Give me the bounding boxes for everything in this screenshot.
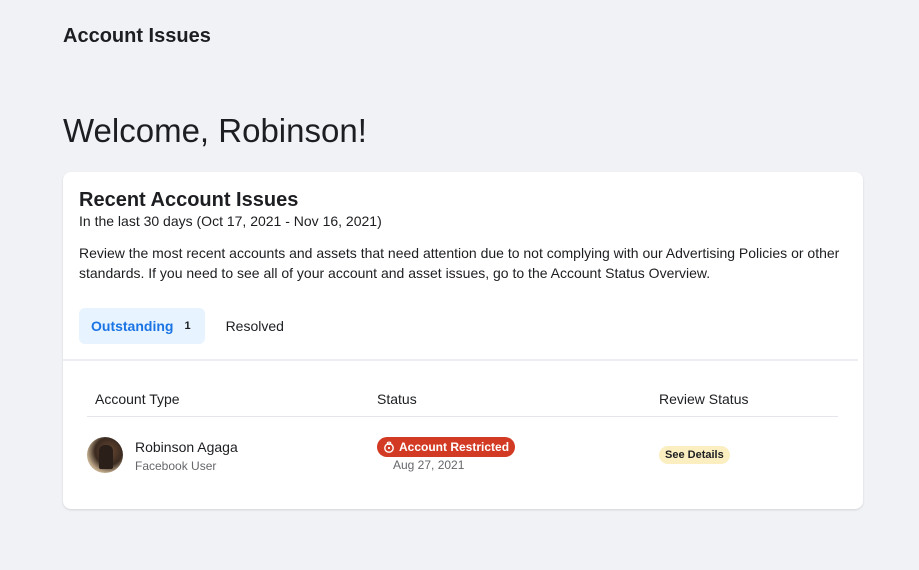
account-issues-card: Recent Account Issues In the last 30 day… <box>63 172 863 509</box>
issue-tabs: Outstanding 1 Resolved <box>79 308 296 344</box>
card-description: Review the most recent accounts and asse… <box>79 245 840 281</box>
avatar[interactable] <box>87 437 123 473</box>
section-divider <box>63 359 858 361</box>
date-range: In the last 30 days (Oct 17, 2021 - Nov … <box>79 213 382 229</box>
status-badge: Account Restricted <box>377 437 516 457</box>
account-name[interactable]: Robinson Agaga <box>135 439 238 455</box>
status-label: Account Restricted <box>399 440 510 454</box>
header-divider <box>87 416 838 417</box>
app-title: Account Issues <box>63 25 211 47</box>
tab-resolved[interactable]: Resolved <box>214 308 296 344</box>
column-header-review-status: Review Status <box>659 391 749 407</box>
account-subtitle: Facebook User <box>135 459 217 473</box>
restricted-icon <box>383 441 395 453</box>
see-details-button[interactable]: See Details <box>659 446 730 464</box>
tab-outstanding-count: 1 <box>184 320 191 332</box>
tab-resolved-label: Resolved <box>225 318 284 334</box>
status-date: Aug 27, 2021 <box>393 458 465 472</box>
card-header: Recent Account Issues In the last 30 day… <box>63 172 863 360</box>
table-row[interactable]: Robinson Agaga Facebook User Account Res… <box>87 436 838 476</box>
column-header-account-type: Account Type <box>95 391 180 407</box>
column-header-status: Status <box>377 391 417 407</box>
tab-outstanding-label: Outstanding <box>91 318 174 334</box>
tab-outstanding[interactable]: Outstanding 1 <box>79 308 205 344</box>
card-title: Recent Account Issues <box>79 189 299 211</box>
welcome-heading: Welcome, Robinson! <box>63 112 367 149</box>
